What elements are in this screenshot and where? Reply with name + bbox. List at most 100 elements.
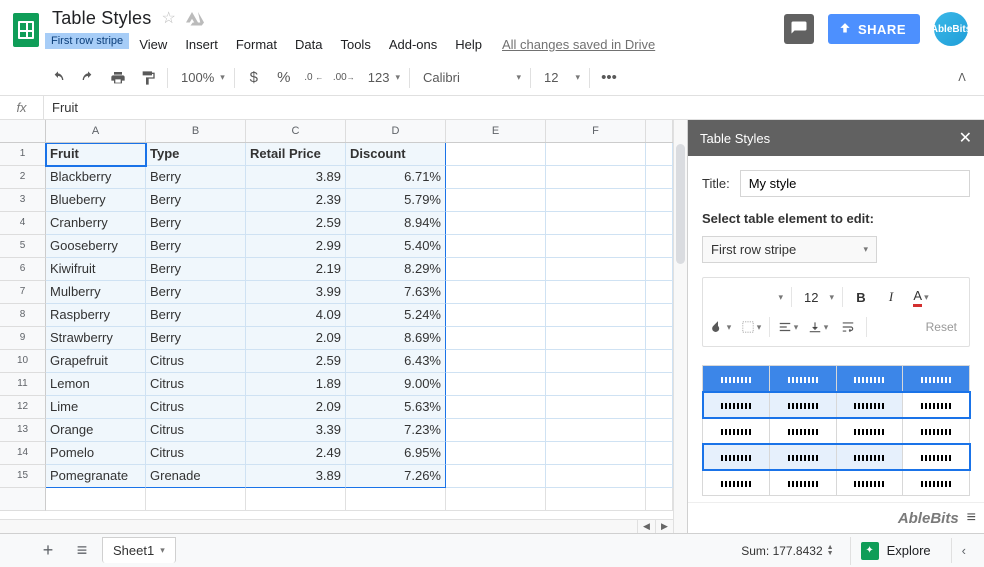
valign-button[interactable]: ▾ xyxy=(804,314,832,340)
sheet-tab[interactable]: Sheet1▾ xyxy=(102,537,176,563)
move-to-drive-icon[interactable] xyxy=(186,10,204,26)
cell[interactable]: Citrus xyxy=(146,442,246,465)
font-size-select[interactable]: 12▾ xyxy=(536,65,584,91)
cell[interactable]: 5.63% xyxy=(346,396,446,419)
menu-tools[interactable]: Tools xyxy=(332,34,378,55)
cell[interactable]: Discount xyxy=(346,143,446,166)
cell[interactable]: 2.19 xyxy=(246,258,346,281)
increase-decimal-button[interactable]: .00→ xyxy=(330,65,358,91)
cell[interactable]: 7.26% xyxy=(346,465,446,488)
cell[interactable]: Fruit xyxy=(46,143,146,166)
cell[interactable]: Gooseberry xyxy=(46,235,146,258)
fx-label[interactable]: fx xyxy=(0,96,44,119)
cell[interactable] xyxy=(446,166,546,189)
cell[interactable] xyxy=(446,373,546,396)
cell[interactable] xyxy=(246,488,346,511)
fill-color-button[interactable]: ▾ xyxy=(707,314,735,340)
cell[interactable] xyxy=(446,465,546,488)
close-sidebar-icon[interactable]: ✕ xyxy=(959,128,972,148)
sheets-logo[interactable] xyxy=(8,6,44,54)
cell[interactable] xyxy=(546,488,646,511)
cell[interactable]: 8.29% xyxy=(346,258,446,281)
column-header[interactable]: B xyxy=(146,120,246,142)
decrease-decimal-button[interactable]: .0 ← xyxy=(300,65,328,91)
sidebar-menu-icon[interactable]: ≡ xyxy=(967,509,976,527)
formula-input[interactable]: Fruit xyxy=(44,100,984,115)
row-header[interactable] xyxy=(0,488,46,511)
borders-button[interactable]: ▾ xyxy=(737,314,765,340)
column-header[interactable]: F xyxy=(546,120,646,142)
horizontal-scrollbar[interactable]: ◀ ▶ xyxy=(0,519,673,533)
quicksum[interactable]: Sum: 177.8432 ▲▼ xyxy=(735,540,839,562)
explore-button[interactable]: Explore xyxy=(850,537,941,565)
element-select[interactable]: First row stripe▾ xyxy=(702,236,877,263)
menu-addons[interactable]: Add-ons xyxy=(381,34,445,55)
cell[interactable] xyxy=(546,327,646,350)
cell[interactable] xyxy=(446,488,546,511)
cell[interactable] xyxy=(546,396,646,419)
share-button[interactable]: SHARE xyxy=(828,14,920,44)
cell[interactable]: 3.39 xyxy=(246,419,346,442)
row-header[interactable]: 3 xyxy=(0,189,46,212)
cell[interactable]: 2.59 xyxy=(246,350,346,373)
cell[interactable]: 8.94% xyxy=(346,212,446,235)
cell[interactable]: 9.00% xyxy=(346,373,446,396)
cell[interactable]: Raspberry xyxy=(46,304,146,327)
cell[interactable]: 7.23% xyxy=(346,419,446,442)
cell[interactable]: 2.99 xyxy=(246,235,346,258)
column-header[interactable]: A xyxy=(46,120,146,142)
cell[interactable] xyxy=(446,143,546,166)
more-button[interactable]: ••• xyxy=(595,65,623,91)
cell[interactable]: Berry xyxy=(146,304,246,327)
cell[interactable] xyxy=(546,419,646,442)
cell[interactable]: Citrus xyxy=(146,350,246,373)
zoom-select[interactable]: 100%▾ xyxy=(173,65,229,91)
menu-edit[interactable]: Edit xyxy=(91,34,129,55)
cell[interactable]: 3.89 xyxy=(246,465,346,488)
cell[interactable] xyxy=(546,465,646,488)
cell[interactable]: Berry xyxy=(146,281,246,304)
cell[interactable]: Orange xyxy=(46,419,146,442)
cell[interactable]: Blueberry xyxy=(46,189,146,212)
cell[interactable]: Berry xyxy=(146,258,246,281)
cell[interactable] xyxy=(446,442,546,465)
cell[interactable]: Grenade xyxy=(146,465,246,488)
cell[interactable]: 1.89 xyxy=(246,373,346,396)
menu-insert[interactable]: Insert xyxy=(177,34,226,55)
cell[interactable] xyxy=(446,304,546,327)
cell[interactable] xyxy=(346,488,446,511)
cell[interactable] xyxy=(446,258,546,281)
cell[interactable] xyxy=(446,327,546,350)
style-preview[interactable]: First row stripe xyxy=(702,365,970,496)
cell[interactable] xyxy=(546,235,646,258)
cell[interactable] xyxy=(46,488,146,511)
paint-format-button[interactable] xyxy=(134,65,162,91)
row-header[interactable]: 14 xyxy=(0,442,46,465)
cell[interactable]: Blackberry xyxy=(46,166,146,189)
cell[interactable]: Mulberry xyxy=(46,281,146,304)
cell[interactable]: Citrus xyxy=(146,373,246,396)
cell[interactable] xyxy=(546,373,646,396)
cell[interactable]: 4.09 xyxy=(246,304,346,327)
cell[interactable] xyxy=(546,189,646,212)
bold-button[interactable]: B xyxy=(847,284,875,310)
column-header[interactable]: E xyxy=(446,120,546,142)
wrap-button[interactable] xyxy=(834,314,862,340)
all-sheets-button[interactable]: ≡ xyxy=(68,538,96,564)
row-header[interactable]: 15 xyxy=(0,465,46,488)
percent-button[interactable]: % xyxy=(270,65,298,91)
cell[interactable]: Grapefruit xyxy=(46,350,146,373)
cell[interactable] xyxy=(546,281,646,304)
menu-help[interactable]: Help xyxy=(447,34,490,55)
cell[interactable]: Pomelo xyxy=(46,442,146,465)
undo-button[interactable] xyxy=(44,65,72,91)
cell[interactable] xyxy=(546,166,646,189)
add-sheet-button[interactable]: + xyxy=(34,538,62,564)
cell[interactable]: 2.59 xyxy=(246,212,346,235)
redo-button[interactable] xyxy=(74,65,102,91)
column-header[interactable]: C xyxy=(246,120,346,142)
doc-title[interactable]: Table Styles xyxy=(52,8,151,29)
row-header[interactable]: 10 xyxy=(0,350,46,373)
cell[interactable] xyxy=(546,442,646,465)
row-header[interactable]: 4 xyxy=(0,212,46,235)
